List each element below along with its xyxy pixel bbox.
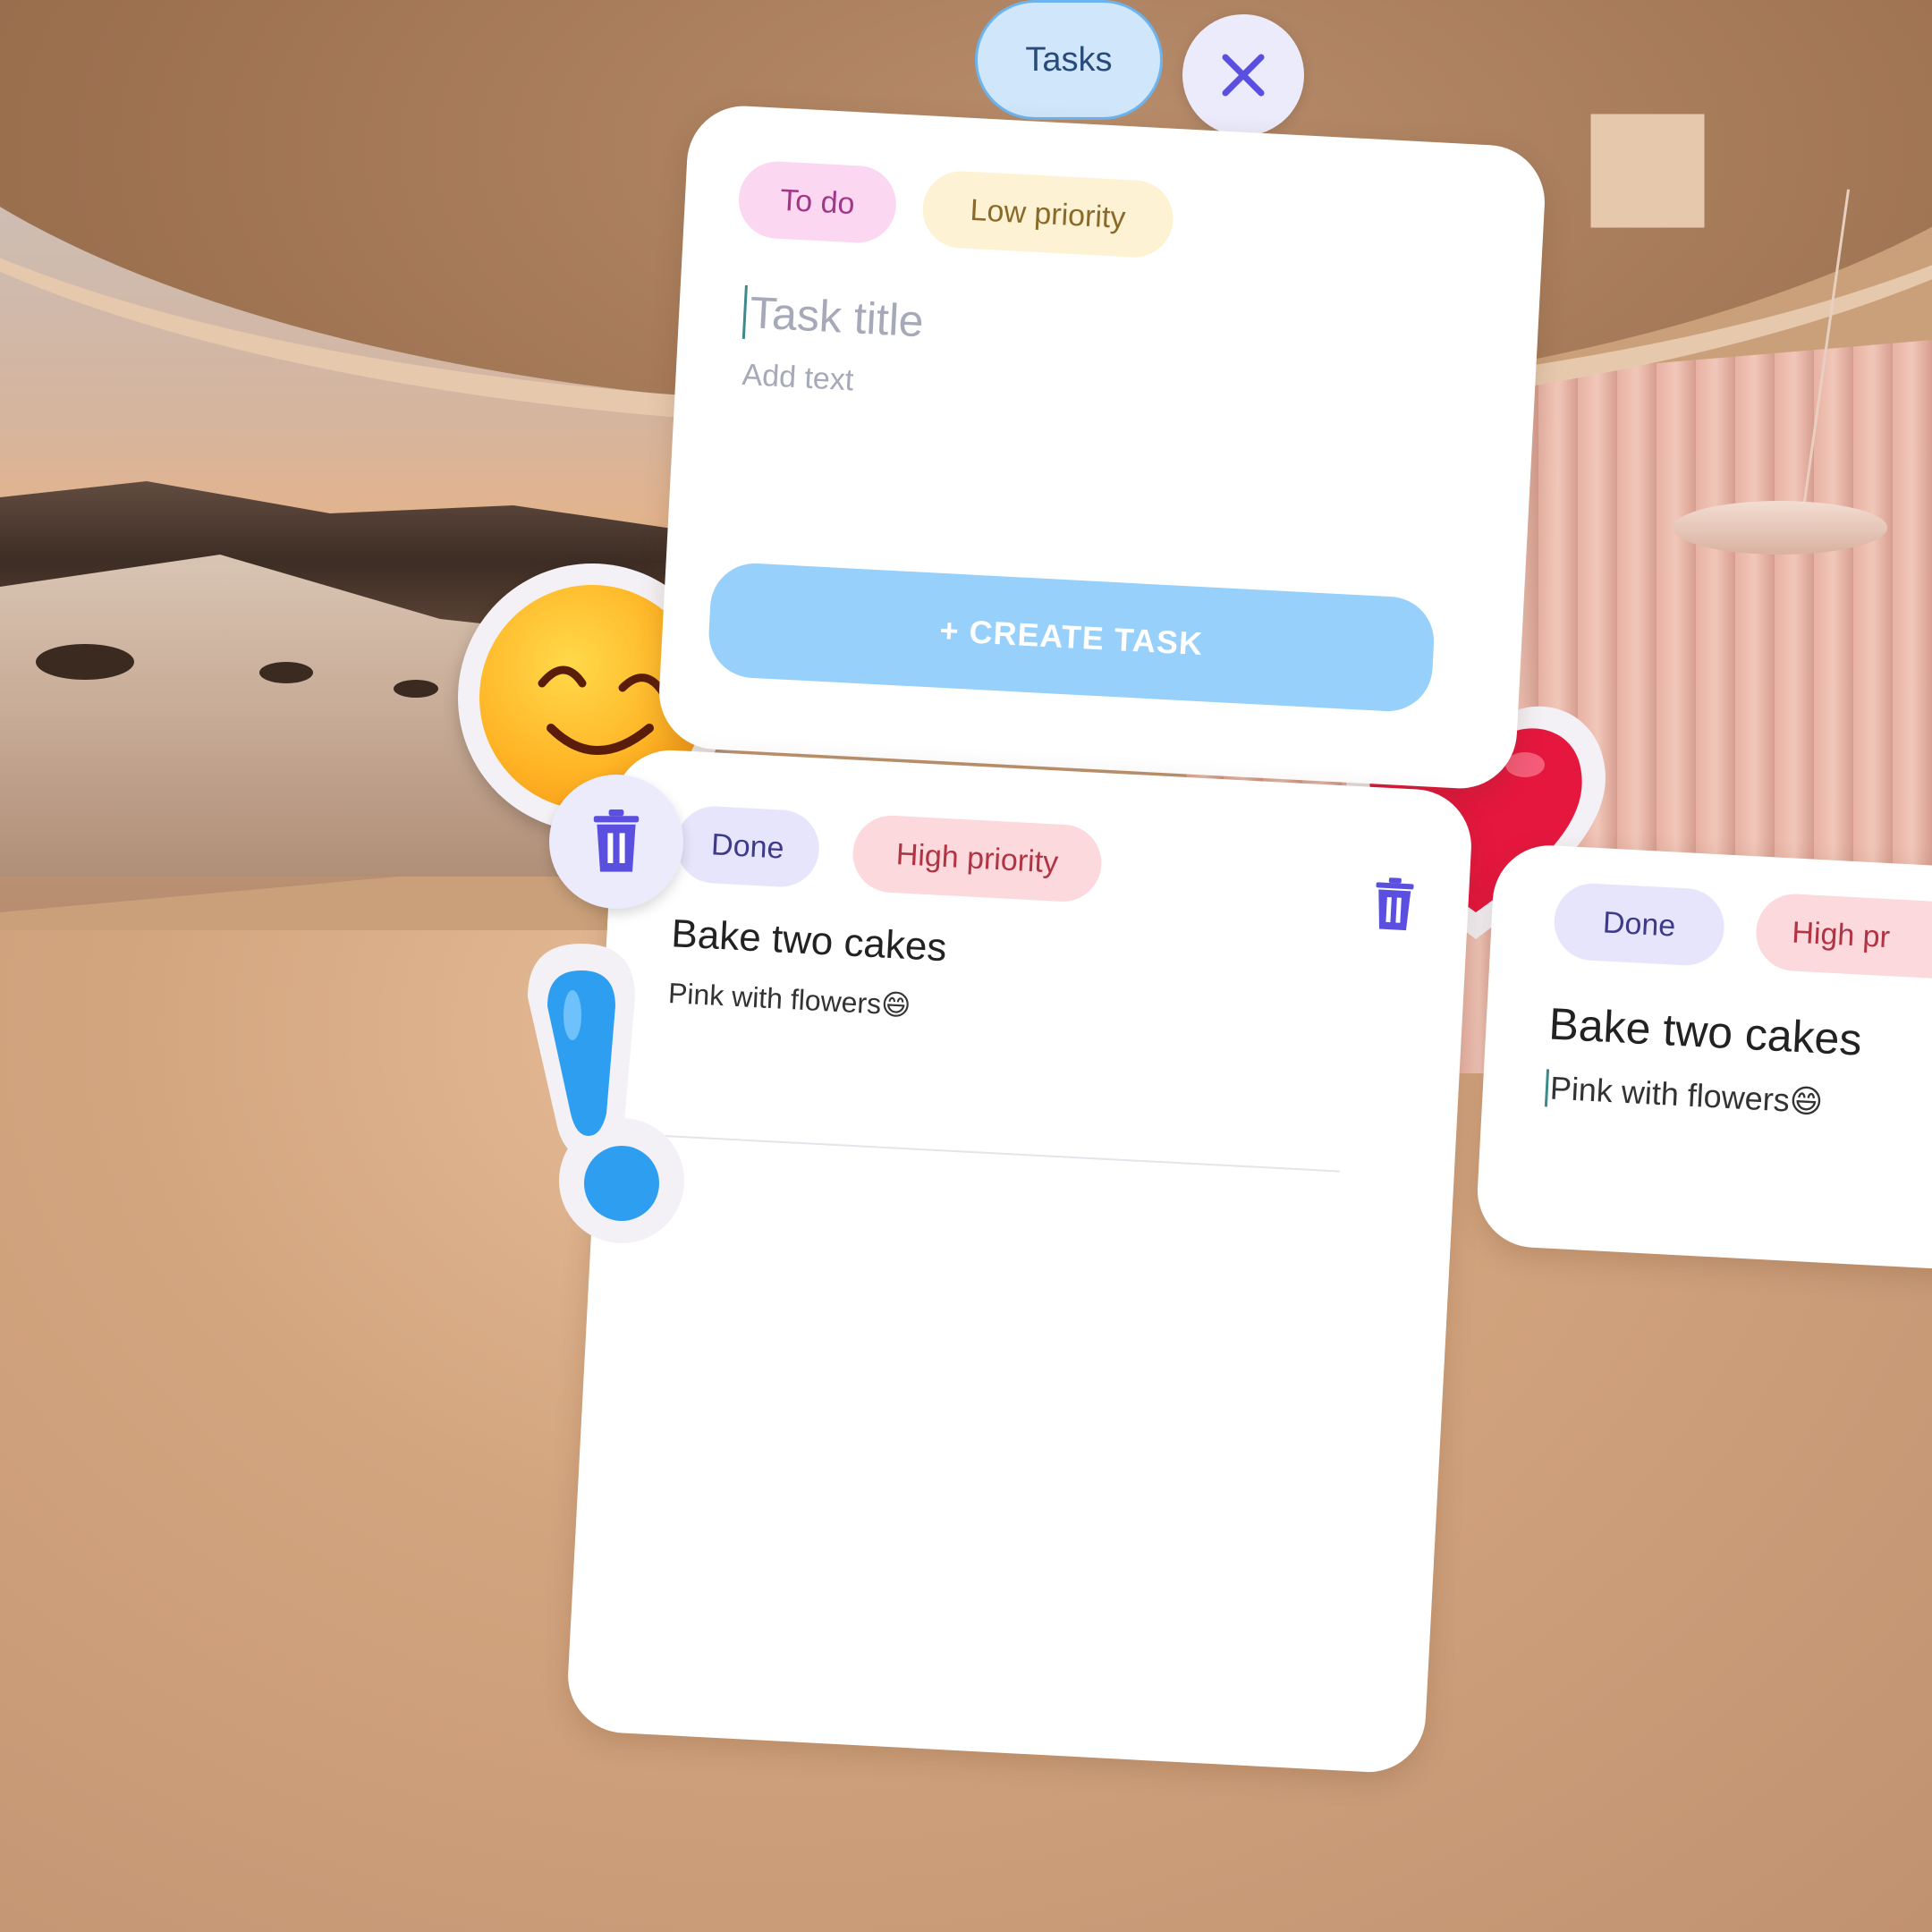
exclamation-sticker [510, 944, 689, 1248]
close-button[interactable] [1182, 14, 1304, 136]
create-task-button[interactable]: + CREATE TASK [707, 561, 1436, 714]
divider [660, 1134, 1340, 1173]
close-icon [1222, 54, 1265, 97]
task-title: Bake two cakes [670, 911, 948, 970]
bush [394, 680, 438, 698]
status-chip-done[interactable]: Done [1552, 881, 1726, 968]
status-chip-todo[interactable]: To do [736, 159, 899, 245]
exclamation-icon [528, 944, 684, 1243]
pendant-lamp [1673, 501, 1887, 555]
task-description: Pink with flowers😄 [667, 977, 912, 1022]
task-card[interactable]: Done High pr Bake two cakes Pink with fl… [1474, 842, 1932, 1278]
status-chip-done[interactable]: Done [674, 804, 821, 889]
new-task-card: To do Low priority + CREATE TASK [656, 103, 1548, 792]
bush [36, 644, 134, 680]
tab-tasks[interactable]: Tasks [975, 0, 1163, 120]
trash-icon [593, 809, 640, 872]
priority-chip-low[interactable]: Low priority [920, 169, 1175, 259]
task-card[interactable]: Done High priority Bake two cakes Pink w… [564, 747, 1475, 1775]
priority-chip-high[interactable]: High priority [851, 813, 1104, 904]
priority-chip-high[interactable]: High pr [1754, 892, 1932, 984]
task-title: Bake two cakes [1547, 998, 1863, 1065]
trash-icon[interactable] [1370, 877, 1418, 933]
task-description: Pink with flowers😄 [1544, 1069, 1825, 1122]
bush [259, 662, 313, 683]
delete-button[interactable] [549, 775, 683, 909]
